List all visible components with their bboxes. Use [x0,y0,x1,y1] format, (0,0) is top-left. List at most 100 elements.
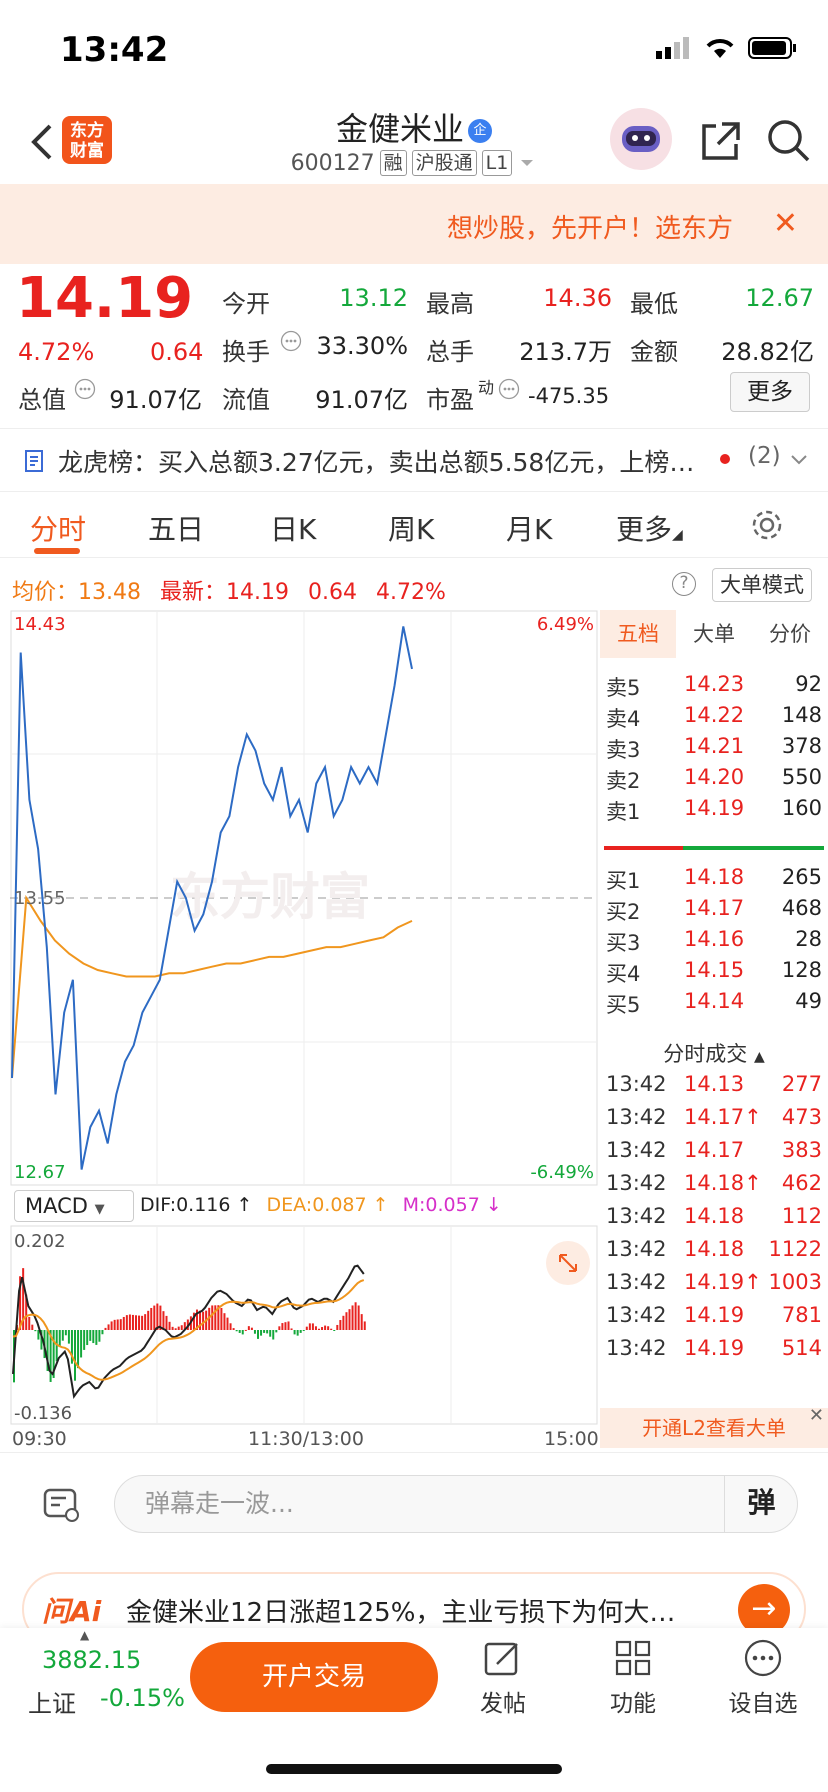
ticks-header[interactable]: 分时成交 ▲ [600,1038,828,1068]
robot-assistant-icon[interactable] [610,108,672,170]
macd-bar [327,1326,330,1330]
macd-bar [67,1330,70,1344]
big-order-mode-button[interactable]: 大单模式 [712,568,812,602]
macd-bar [336,1324,339,1330]
close-icon[interactable]: ✕ [809,1396,824,1436]
sell-level-volume: 160 [781,796,822,820]
indicator-select[interactable]: MACD ▼ [14,1190,134,1222]
value-float: 91.07亿 [315,386,408,414]
barrage-settings-icon[interactable] [42,1485,82,1525]
barrage-input[interactable]: 弹幕走一波... [114,1475,798,1533]
macd-bar [333,1330,336,1331]
search-icon[interactable] [764,116,812,164]
tick-time: 13:42 [606,1204,667,1228]
macd-bar [64,1330,67,1336]
buy-level-volume: 28 [795,927,822,951]
macd-bar [156,1303,159,1330]
tab-more[interactable]: 更多◢ [616,508,683,548]
macd-bar [220,1307,223,1330]
macd-bar [74,1330,76,1381]
buy-level-label: 买4 [606,962,641,986]
info-dots-icon[interactable] [280,330,302,352]
nav-functions[interactable]: 功能 [588,1638,678,1718]
settings-gear-icon[interactable] [750,508,784,542]
buy-level-label: 买1 [606,869,641,893]
dragon-tiger-row[interactable]: 龙虎榜：买入总额3.27亿元，卖出总额5.58亿元，上榜… (2) [0,428,828,492]
tick-price: 14.18 [684,1237,745,1261]
grid-icon [615,1640,651,1676]
barrage-toggle-button[interactable]: 弹 [724,1475,798,1533]
sell-level-row: 卖3 14.21 378 [606,734,822,768]
index-value[interactable]: 3882.15 [42,1646,141,1674]
intraday-chart[interactable]: 东方财富 14.43 13.55 12.67 6.49% -6.49% [10,610,598,1186]
macd-bar [162,1311,165,1330]
more-button[interactable]: 更多 [730,372,810,412]
tick-price: 14.18↑ [684,1171,762,1195]
tick-volume: 383 [781,1138,822,1162]
tick-volume: 462 [781,1171,822,1195]
buy-level-label: 买2 [606,900,641,924]
tab-big-order[interactable]: 大单 [676,610,752,658]
tab-monthly-k[interactable]: 月K [506,508,552,548]
latest-label: 最新： [160,580,227,605]
chart-tabs: 分时 五日 日K 周K 月K 更多◢ [0,494,828,558]
value-open: 13.12 [339,284,408,312]
tick-volume: 473 [781,1105,822,1129]
buy-level-volume: 265 [781,865,822,889]
buy-level-row: 买4 14.15 128 [606,958,822,992]
info-dots-icon[interactable] [498,378,520,400]
tab-price-split[interactable]: 分价 [752,610,828,658]
tab-intraday[interactable]: 分时 [30,508,86,548]
macd-bar [168,1321,171,1330]
open-account-trade-button[interactable]: 开户交易 [190,1642,438,1712]
tab-five-level[interactable]: 五档 [600,610,676,658]
nav-add-watchlist[interactable]: 设自选 [718,1638,808,1718]
share-icon[interactable] [696,116,744,164]
promo-banner[interactable]: 想炒股，先开户！选东方 ✕ [0,184,828,264]
enterprise-badge-icon: 企 [468,119,492,143]
buy-level-volume: 128 [781,958,822,982]
macd-bar [150,1307,153,1330]
macd-bar [211,1305,214,1330]
macd-bar [107,1324,110,1330]
tick-price: 14.19 [684,1303,745,1327]
tick-time: 13:42 [606,1072,667,1096]
tick-volume: 112 [781,1204,822,1228]
macd-bar [284,1322,287,1330]
nav-post-label: 发帖 [480,1691,526,1717]
sell-level-price: 14.19 [684,796,745,820]
nav-post[interactable]: 发帖 [458,1638,548,1718]
value-pe: -475.35 [528,384,610,408]
tick-volume: 514 [781,1336,822,1360]
macd-bar [83,1330,86,1350]
tick-time: 13:42 [606,1270,667,1294]
x-label-midday: 11:30/13:00 [248,1428,364,1450]
status-icons [656,36,798,60]
sell-level-label: 卖3 [606,738,641,762]
macd-chart[interactable]: 0.202 -0.136 [10,1225,598,1425]
macd-bar [229,1323,232,1330]
latest-pct: 4.72% [375,580,446,605]
macd-bar [348,1309,351,1330]
macd-bar [305,1326,308,1330]
pct-label-top: 6.49% [537,614,594,635]
buy-level-label: 买3 [606,931,641,955]
info-dots-icon[interactable] [74,378,96,400]
open-l2-button[interactable]: 开通L2查看大单 ✕ [600,1405,828,1448]
tag-margin: 融 [379,150,407,176]
tab-five-day[interactable]: 五日 [148,508,204,548]
macd-bar [202,1311,205,1330]
close-icon[interactable]: ✕ [773,206,798,241]
macd-bar [342,1315,345,1330]
help-icon[interactable]: ? [672,572,696,596]
macd-bar [250,1327,253,1330]
change-percent: 4.72% [18,338,95,366]
macd-bar [253,1330,256,1334]
macd-bar [28,1316,31,1330]
label-amount: 金额 [630,338,678,366]
tab-daily-k[interactable]: 日K [270,508,316,548]
ticks-header-label: 分时成交 [663,1042,748,1066]
macd-bar [357,1305,360,1330]
tab-weekly-k[interactable]: 周K [388,508,434,548]
ai-question-text: 金健米业12日涨超125%，主业亏损下为何大… [126,1598,676,1628]
